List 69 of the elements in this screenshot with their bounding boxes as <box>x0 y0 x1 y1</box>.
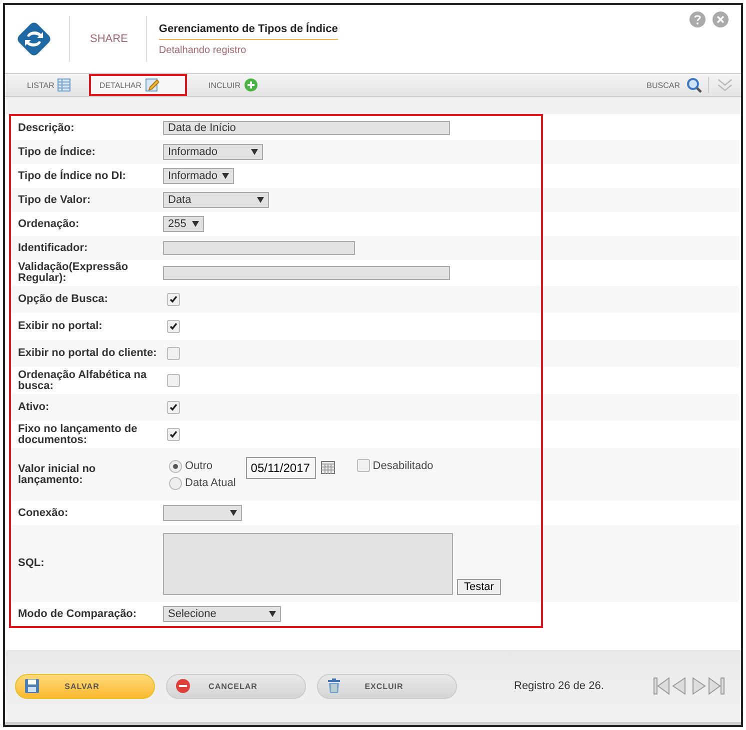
field-label: Ordenação: <box>17 218 80 230</box>
dropdown-arrow-icon <box>192 221 199 227</box>
date-field[interactable]: 05/11/2017 <box>246 456 316 478</box>
dropdown-arrow-icon <box>251 149 258 155</box>
dropdown[interactable]: Selecione <box>163 606 281 622</box>
field-label: Descrição: <box>17 122 76 134</box>
dropdown-arrow-icon <box>257 197 264 203</box>
field-label: Conexão: <box>17 508 70 518</box>
dropdown-arrow-icon <box>222 173 229 179</box>
field-label: Modo de Comparação: <box>17 608 138 620</box>
tab[interactable]: DETALHAR <box>89 74 187 96</box>
brand-name: SHARE <box>90 33 128 45</box>
radio-label: Outro <box>185 460 213 472</box>
chevron-down-icon[interactable] <box>708 77 733 93</box>
dropdown[interactable]: Informado <box>163 144 263 160</box>
pager-arrows-drawing[interactable] <box>653 677 725 695</box>
field-label: Identificador: <box>17 242 89 254</box>
pencil-icon <box>144 78 159 92</box>
dropdown-arrow-icon <box>230 510 237 516</box>
minus-circle-icon <box>175 678 191 694</box>
field-label: Exibir no portal: <box>17 321 104 332</box>
checkbox[interactable] <box>167 347 180 360</box>
calendar-icon[interactable] <box>320 461 335 474</box>
field-label: Tipo de Índice no DI: <box>17 170 127 182</box>
save-button[interactable]: SALVAR <box>15 674 155 698</box>
field-label: Tipo de Valor: <box>17 194 92 206</box>
tab[interactable]: LISTAR <box>5 74 84 96</box>
plus-icon <box>244 78 258 92</box>
field-label: Opção de Busca: <box>17 294 109 305</box>
radio-label: Data Atual <box>185 477 236 489</box>
search-icon[interactable] <box>686 77 702 93</box>
checkbox-label: Desabilitado <box>372 460 434 472</box>
checkbox[interactable] <box>167 320 180 333</box>
field-label: Tipo de Índice: <box>17 146 96 158</box>
dropdown-arrow-icon <box>269 611 276 617</box>
grid-icon <box>57 78 72 92</box>
field-label: Fixo no lançamento de documentos: <box>17 424 138 446</box>
page-title: Gerenciamento de Tipos de Índice <box>158 22 338 40</box>
search-label[interactable]: BUSCAR <box>646 80 680 90</box>
dropdown[interactable]: Data <box>163 192 269 208</box>
field-label: Ativo: <box>17 402 50 413</box>
tab[interactable]: INCLUIR <box>186 74 270 96</box>
record-counter: Registro 26 de 26. <box>514 680 604 692</box>
checkbox[interactable] <box>356 459 370 472</box>
cancel-button[interactable]: CANCELAR <box>166 674 306 698</box>
trash-icon <box>326 678 342 694</box>
dropdown[interactable]: Informado <box>163 168 234 184</box>
checkbox[interactable] <box>167 293 180 306</box>
field-label: SQL: <box>17 558 46 569</box>
field-label: Valor inicial no lançamento: <box>17 464 97 486</box>
sql-text-area[interactable] <box>163 532 453 594</box>
test-button[interactable]: Testar <box>457 578 501 594</box>
close-icon[interactable] <box>712 11 729 28</box>
field-label: Exibir no portal do cliente: <box>17 348 158 359</box>
field-label: Ordenação Alfabética na busca: <box>17 370 148 392</box>
text-field[interactable]: Data de Início <box>163 121 450 135</box>
help-icon[interactable] <box>689 11 706 28</box>
page-subtitle: Detalhando registro <box>158 44 248 56</box>
dropdown[interactable] <box>163 505 242 521</box>
checkbox[interactable] <box>167 428 180 441</box>
checkbox[interactable] <box>167 374 180 387</box>
radio-button[interactable] <box>169 476 182 490</box>
dropdown[interactable]: 255 <box>163 216 204 232</box>
text-field[interactable] <box>163 266 450 280</box>
radio-button[interactable] <box>169 460 182 472</box>
delete-button[interactable]: EXCLUIR <box>317 674 457 698</box>
field-label: Validação(Expressão Regular): <box>17 262 130 284</box>
text-field[interactable] <box>163 241 355 255</box>
checkbox[interactable] <box>167 401 180 414</box>
